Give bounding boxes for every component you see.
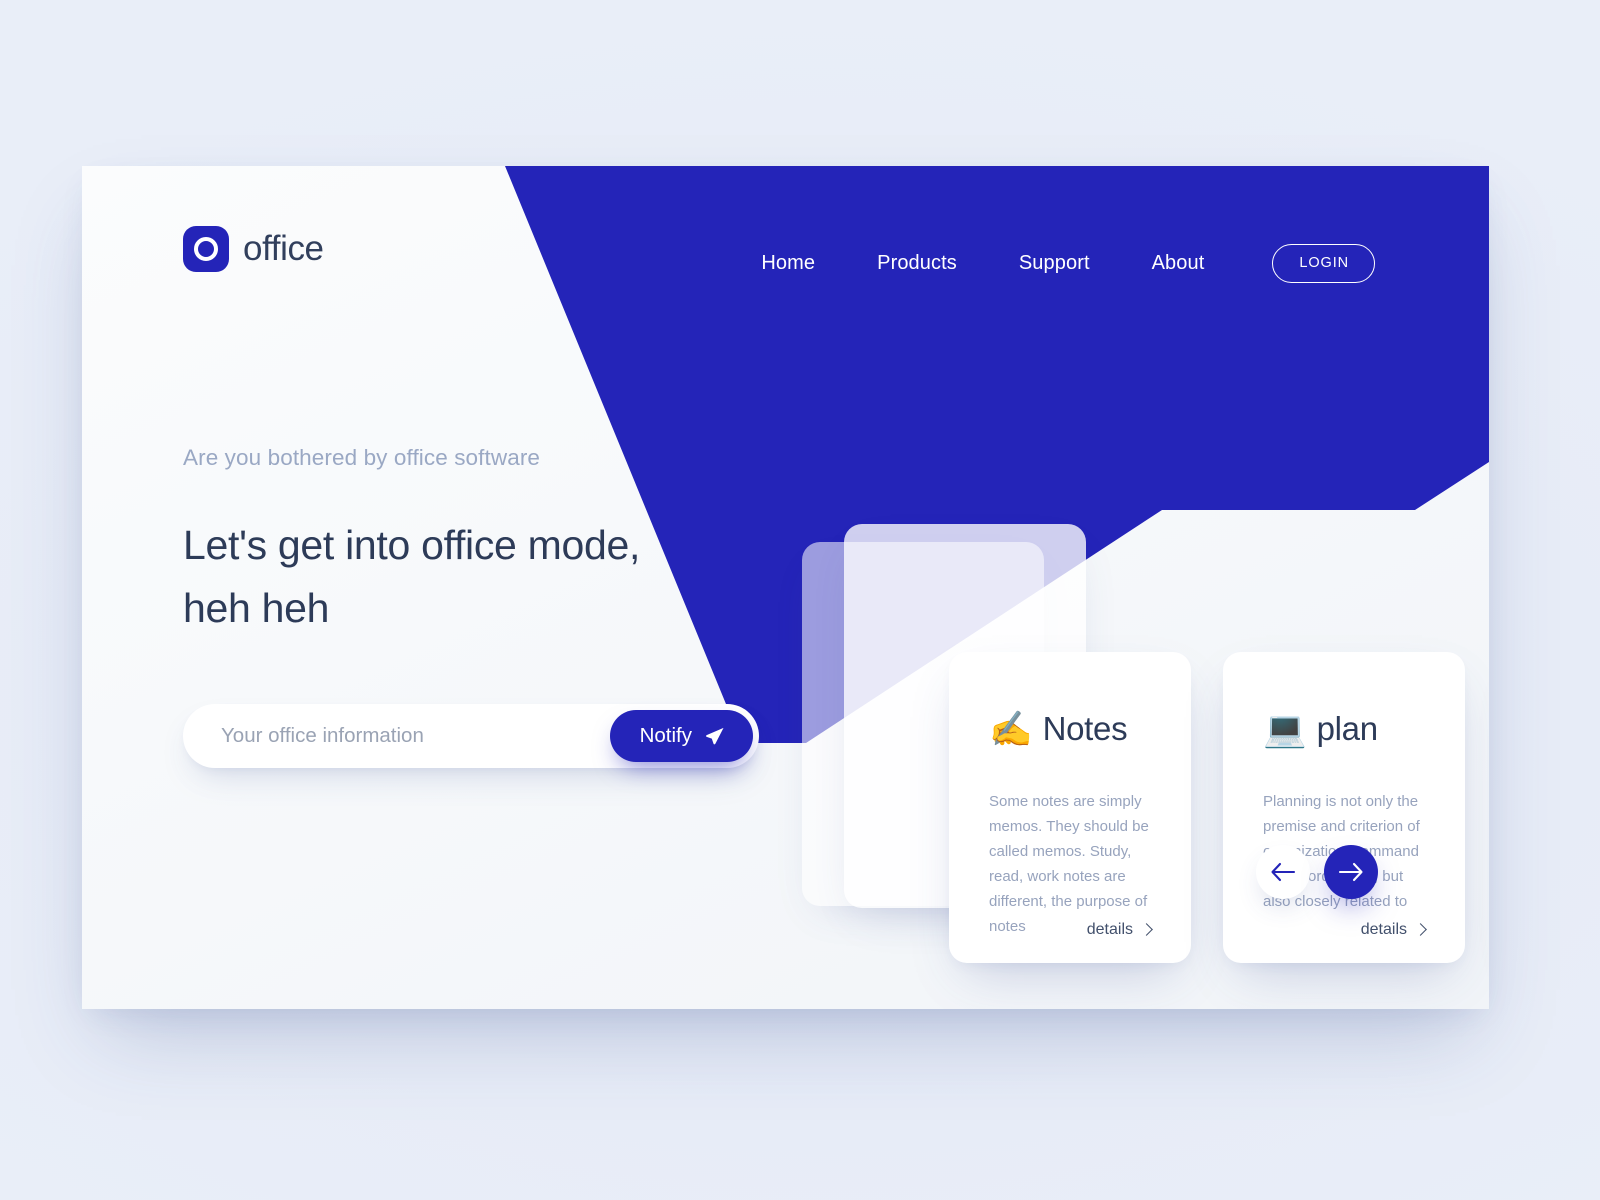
office-information-input[interactable] (188, 723, 610, 749)
carousel-navigation (1256, 845, 1378, 899)
card-header: ✍️ Notes (989, 710, 1151, 748)
feature-card-plan[interactable]: 💻 plan Planning is not only the premise … (1223, 652, 1465, 963)
page-title: Let's get into office mode, heh heh (183, 522, 641, 631)
card-title: Notes (1042, 710, 1128, 747)
hero-section: Are you bothered by office software Let'… (183, 445, 823, 640)
logo-ring-shape (194, 237, 218, 261)
page-stage: office Home Products Support About LOGIN… (0, 0, 1600, 1200)
nav-item-about[interactable]: About (1121, 252, 1236, 275)
arrow-right-icon (1338, 862, 1363, 882)
card-body-text: Some notes are simply memos. They should… (989, 793, 1149, 935)
carousel-prev-button[interactable] (1256, 845, 1310, 899)
feature-card-notes[interactable]: ✍️ Notes Some notes are simply memos. Th… (949, 652, 1191, 963)
brand-name: office (243, 229, 324, 268)
main-navigation: Home Products Support About LOGIN (730, 244, 1375, 283)
arrow-left-icon (1271, 862, 1296, 882)
app-window-panel: office Home Products Support About LOGIN… (82, 166, 1489, 1009)
details-link-label: details (1360, 921, 1407, 938)
details-link[interactable]: details (1360, 921, 1427, 939)
feature-card-carousel: ✍️ Notes Some notes are simply memos. Th… (782, 466, 1489, 1009)
nav-item-products[interactable]: Products (846, 252, 988, 275)
nav-item-support[interactable]: Support (988, 252, 1121, 275)
send-plane-icon (706, 727, 724, 745)
login-button[interactable]: LOGIN (1272, 244, 1375, 283)
details-link-label: details (1086, 921, 1133, 938)
card-header: 💻 plan (1263, 710, 1425, 748)
writing-hand-icon: ✍️ (989, 709, 1033, 749)
brand-logo[interactable]: office (183, 226, 324, 272)
card-title: plan (1316, 710, 1379, 747)
hero-eyebrow: Are you bothered by office software (183, 445, 541, 470)
office-ring-logo-icon (183, 226, 229, 272)
laptop-icon: 💻 (1263, 709, 1307, 749)
details-link[interactable]: details (1086, 921, 1153, 939)
carousel-next-button[interactable] (1324, 845, 1378, 899)
notify-button-label: Notify (639, 724, 692, 747)
chevron-right-icon (1140, 923, 1153, 936)
nav-item-home[interactable]: Home (730, 252, 846, 275)
notify-button[interactable]: Notify (609, 710, 753, 762)
subscribe-bar: Notify (183, 704, 759, 768)
chevron-right-icon (1414, 923, 1427, 936)
